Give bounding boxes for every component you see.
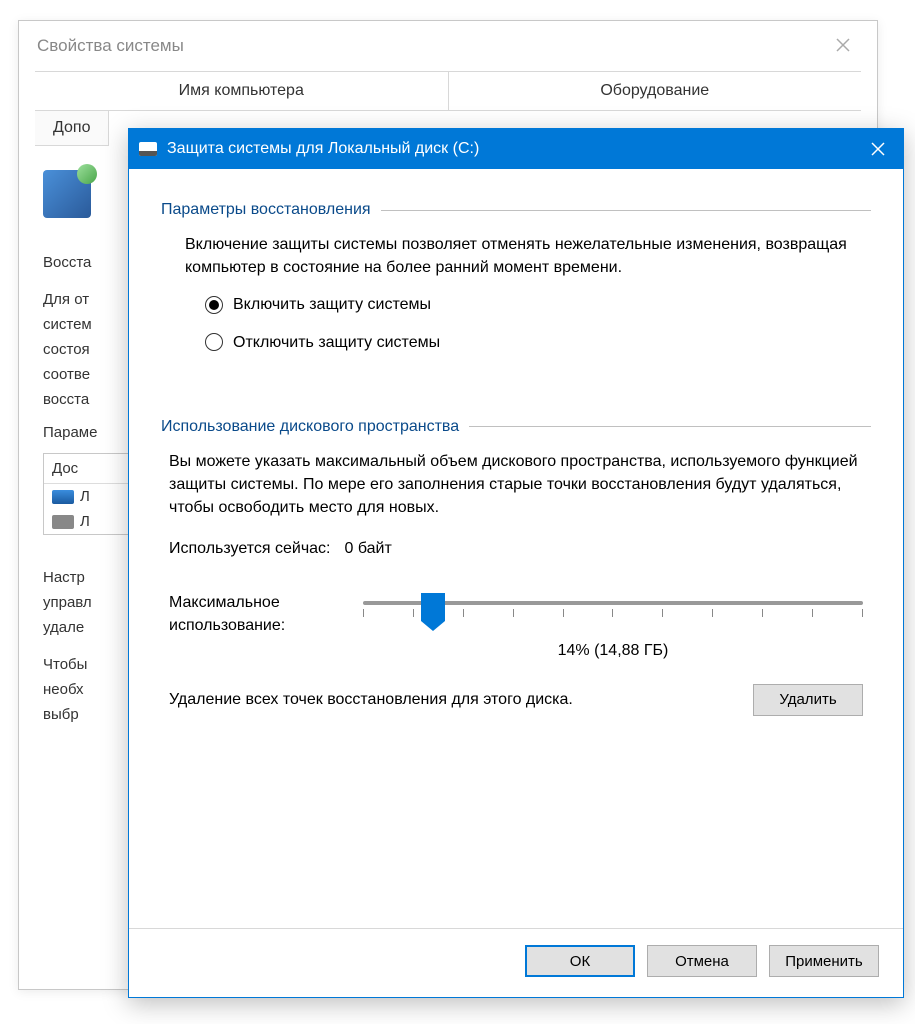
slider-ticks — [363, 609, 863, 621]
list-item[interactable]: Л — [44, 484, 132, 509]
tab-hardware[interactable]: Оборудование — [449, 72, 862, 110]
current-usage-value: 0 байт — [345, 537, 392, 560]
bg-titlebar: Свойства системы — [19, 21, 877, 71]
max-usage-row: Максимальное использование: 14% (14,88 Г… — [169, 573, 863, 662]
system-protection-icon — [43, 170, 91, 218]
drive-icon — [52, 490, 74, 504]
recovery-group: Включение защиты системы позволяет отмен… — [161, 233, 871, 388]
apply-button[interactable]: Применить — [769, 945, 879, 977]
system-protection-dialog: Защита системы для Локальный диск (C:) П… — [128, 128, 904, 998]
max-usage-slider[interactable]: 14% (14,88 ГБ) — [363, 591, 863, 662]
close-icon[interactable] — [853, 129, 903, 169]
list-item[interactable]: Л — [44, 509, 132, 534]
slider-track — [363, 601, 863, 605]
radio-icon — [205, 296, 223, 314]
current-usage-row: Используется сейчас: 0 байт — [169, 537, 863, 560]
dialog-title: Защита системы для Локальный диск (C:) — [167, 140, 479, 158]
divider — [469, 426, 871, 427]
tab-computer-name[interactable]: Имя компьютера — [35, 72, 449, 110]
bg-close-icon[interactable] — [823, 36, 863, 57]
dialog-body: Параметры восстановления Включение защит… — [129, 169, 903, 920]
ok-button[interactable]: ОК — [525, 945, 635, 977]
tab-advanced[interactable]: Допо — [35, 111, 109, 146]
disk-usage-desc: Вы можете указать максимальный объем дис… — [169, 450, 863, 520]
bg-window-title: Свойства системы — [37, 36, 184, 56]
disk-usage-group-header: Использование дискового пространства — [161, 418, 871, 436]
drive-icon — [52, 515, 74, 529]
drive-icon — [139, 142, 157, 156]
divider — [381, 210, 871, 211]
cancel-button[interactable]: Отмена — [647, 945, 757, 977]
radio-enable-protection[interactable]: Включить защиту системы — [185, 293, 863, 316]
recovery-group-header: Параметры восстановления — [161, 201, 871, 219]
delete-desc: Удаление всех точек восстановления для э… — [169, 688, 733, 711]
dialog-footer: ОК Отмена Применить — [129, 928, 903, 997]
radio-icon — [205, 333, 223, 351]
bg-list-header: Дос — [44, 454, 132, 484]
radio-disable-protection[interactable]: Отключить защиту системы — [185, 331, 863, 354]
bg-tabs-row1: Имя компьютера Оборудование — [35, 71, 861, 111]
recovery-desc: Включение защиты системы позволяет отмен… — [185, 233, 863, 279]
disk-usage-group: Вы можете указать максимальный объем дис… — [161, 450, 871, 736]
delete-row: Удаление всех точек восстановления для э… — [169, 684, 863, 716]
delete-button[interactable]: Удалить — [753, 684, 863, 716]
slider-value: 14% (14,88 ГБ) — [363, 639, 863, 662]
max-usage-label: Максимальное использование: — [169, 591, 349, 662]
current-usage-label: Используется сейчас: — [169, 537, 331, 560]
bg-drive-list: Дос Л Л — [43, 453, 133, 535]
dialog-titlebar[interactable]: Защита системы для Локальный диск (C:) — [129, 129, 903, 169]
